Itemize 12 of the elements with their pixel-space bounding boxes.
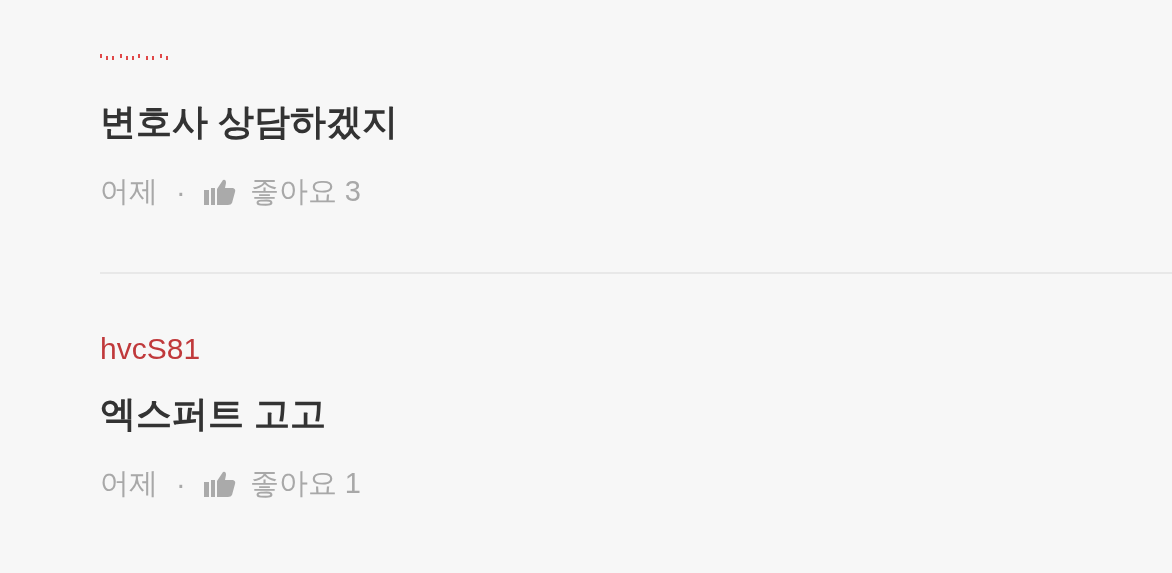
comment-text: 변호사 상담하겠지 bbox=[100, 100, 399, 144]
separator-dot: · bbox=[176, 467, 186, 501]
username[interactable]: hvcS81 bbox=[100, 329, 201, 369]
comment-time: 어제 bbox=[100, 174, 158, 209]
masked-username-drawing bbox=[100, 54, 168, 60]
like-button[interactable]: 좋아요 1 bbox=[203, 464, 361, 504]
comment-text: 엑스퍼트 고고 bbox=[100, 392, 327, 436]
thumbs-up-icon bbox=[203, 179, 236, 205]
separator-dot: · bbox=[176, 175, 186, 209]
comment-time: 어제 bbox=[100, 466, 158, 501]
like-button[interactable]: 좋아요 3 bbox=[203, 172, 361, 212]
thumbs-up-icon bbox=[203, 471, 236, 497]
